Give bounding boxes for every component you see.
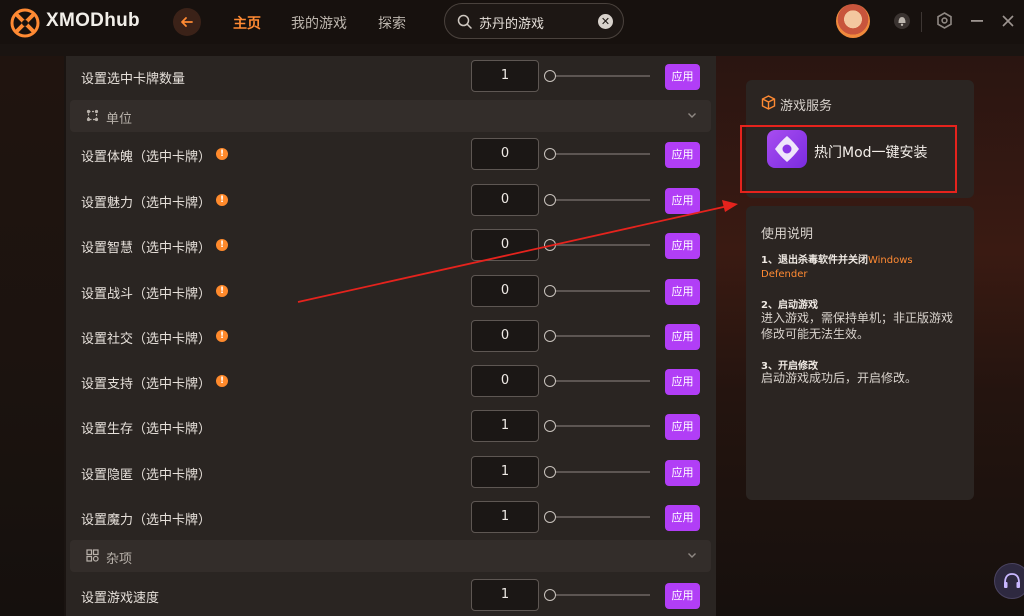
headset-icon bbox=[1004, 573, 1020, 588]
annotation-arrow bbox=[297, 200, 738, 303]
support-headset-button[interactable] bbox=[994, 563, 1024, 599]
